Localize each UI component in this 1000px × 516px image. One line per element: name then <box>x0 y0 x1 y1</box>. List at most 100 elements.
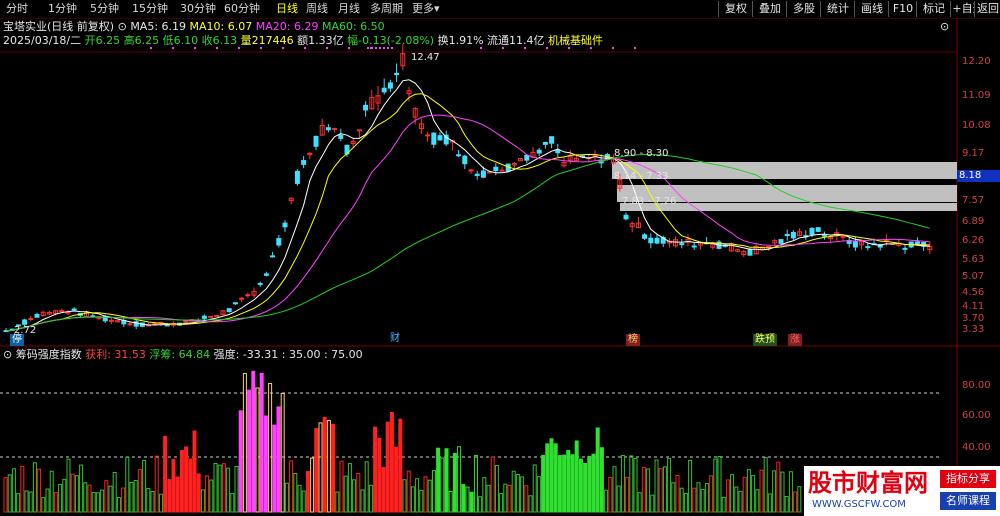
candle-body <box>821 234 827 237</box>
indicator-bar <box>633 458 638 513</box>
indicator-header: ⊙ 筹码强度指数 获利: 31.53 浮筹: 64.84 强度: -33.31 … <box>3 348 363 362</box>
warn-tag[interactable]: 跌预 <box>753 334 777 346</box>
indicator-profit: 获利: 31.53 <box>85 348 146 361</box>
indicator-bar <box>184 446 189 513</box>
candle-body <box>59 310 65 313</box>
indicator-bar <box>368 484 373 513</box>
indicator-bar <box>793 491 798 513</box>
candle-body <box>623 214 629 220</box>
gap-label-3: 7.83 - 7.26 <box>622 196 677 207</box>
signal-dot <box>546 47 548 49</box>
price-tick: 10.08 <box>962 120 991 131</box>
indicator-bar <box>746 469 751 513</box>
price-tick: 6.26 <box>962 235 985 246</box>
indicator-bar <box>221 463 226 513</box>
signal-dot <box>590 47 592 49</box>
indicator-bar <box>87 484 92 513</box>
indicator-bar <box>658 468 663 513</box>
indicator-bar <box>528 495 533 513</box>
candle-body <box>239 297 245 300</box>
indicator-bar <box>465 486 470 513</box>
candle-body <box>201 315 207 319</box>
indicator-bar <box>196 473 201 513</box>
indicator-bar <box>305 471 310 513</box>
indicator-bar <box>188 458 193 513</box>
indicator-bar <box>154 455 159 513</box>
candle-body <box>127 323 133 326</box>
indicator-bar <box>503 483 508 513</box>
indicator-bar <box>574 440 579 513</box>
indicator-bar <box>696 482 701 513</box>
candle-body <box>691 245 697 248</box>
indicator-bar <box>66 458 71 513</box>
indicator-bar <box>713 458 718 513</box>
signal-dot <box>172 47 174 49</box>
candle-body <box>542 141 548 145</box>
price-tick: 5.07 <box>962 271 985 282</box>
candle-body <box>493 166 499 172</box>
indicator-bar <box>419 489 424 513</box>
indicator-bar <box>104 480 109 513</box>
signal-dot <box>238 47 240 49</box>
indicator-bar <box>751 475 756 513</box>
candle-body <box>22 319 28 325</box>
logo-tag-share: 指标分享 <box>940 470 996 488</box>
candle-body <box>456 154 462 157</box>
indicator-bar <box>478 496 483 513</box>
candle-body <box>642 234 648 239</box>
indicator-bar <box>247 389 252 513</box>
indicator-bar <box>171 459 176 513</box>
candle-body <box>815 227 821 232</box>
indicator-bar <box>352 479 357 513</box>
indicator-bar <box>604 489 609 513</box>
indicator-bar <box>326 420 331 513</box>
indicator-bar <box>406 470 411 513</box>
signal-dot <box>367 47 369 49</box>
finance-tag[interactable]: 财 <box>388 333 402 345</box>
indicator-bar <box>524 485 529 513</box>
indicator-bar <box>536 476 541 513</box>
indicator-bar <box>784 496 789 513</box>
indicator-bar <box>137 469 142 513</box>
indicator-bar <box>100 489 105 513</box>
up-tag[interactable]: 涨 <box>788 334 802 346</box>
signal-dot <box>391 47 393 49</box>
indicator-bar <box>125 456 130 513</box>
indicator-bar <box>70 473 75 513</box>
candle-body <box>282 222 288 228</box>
indicator-bar <box>398 418 403 513</box>
indicator-bar <box>608 476 613 513</box>
indicator-bar <box>717 455 722 513</box>
indicator-bar <box>32 462 37 513</box>
kline-chart[interactable] <box>0 0 1000 516</box>
indicator-axis-40: 40.00 <box>962 442 991 453</box>
indicator-bar <box>641 466 646 513</box>
price-tick: 9.17 <box>962 148 985 159</box>
limit-tag[interactable]: 停 <box>10 334 24 346</box>
candle-body <box>34 314 40 318</box>
indicator-bar <box>20 465 25 513</box>
indicator-bar <box>671 482 676 513</box>
indicator-bar <box>276 406 281 513</box>
indicator-bar <box>242 372 247 513</box>
indicator-title[interactable]: 筹码强度指数 <box>16 348 82 361</box>
indicator-bar <box>767 493 772 513</box>
signal-dot <box>387 47 389 49</box>
indicator-bar <box>759 469 764 513</box>
indicator-bar <box>549 438 554 513</box>
price-tick: 6.89 <box>962 216 985 227</box>
indicator-bar <box>570 454 575 513</box>
signal-dot <box>348 47 350 49</box>
indicator-bar <box>238 410 243 513</box>
indicator-toggle-icon[interactable]: ⊙ <box>3 348 12 361</box>
indicator-bar <box>49 470 54 513</box>
list-tag[interactable]: 榜 <box>626 334 640 346</box>
indicator-bar <box>112 471 117 513</box>
signal-dot <box>260 47 262 49</box>
price-tick: 11.09 <box>962 90 991 101</box>
candle-body <box>28 318 34 321</box>
indicator-bar <box>797 486 802 513</box>
indicator-bar <box>331 423 336 513</box>
indicator-bar <box>301 490 306 513</box>
indicator-bar <box>217 464 222 513</box>
